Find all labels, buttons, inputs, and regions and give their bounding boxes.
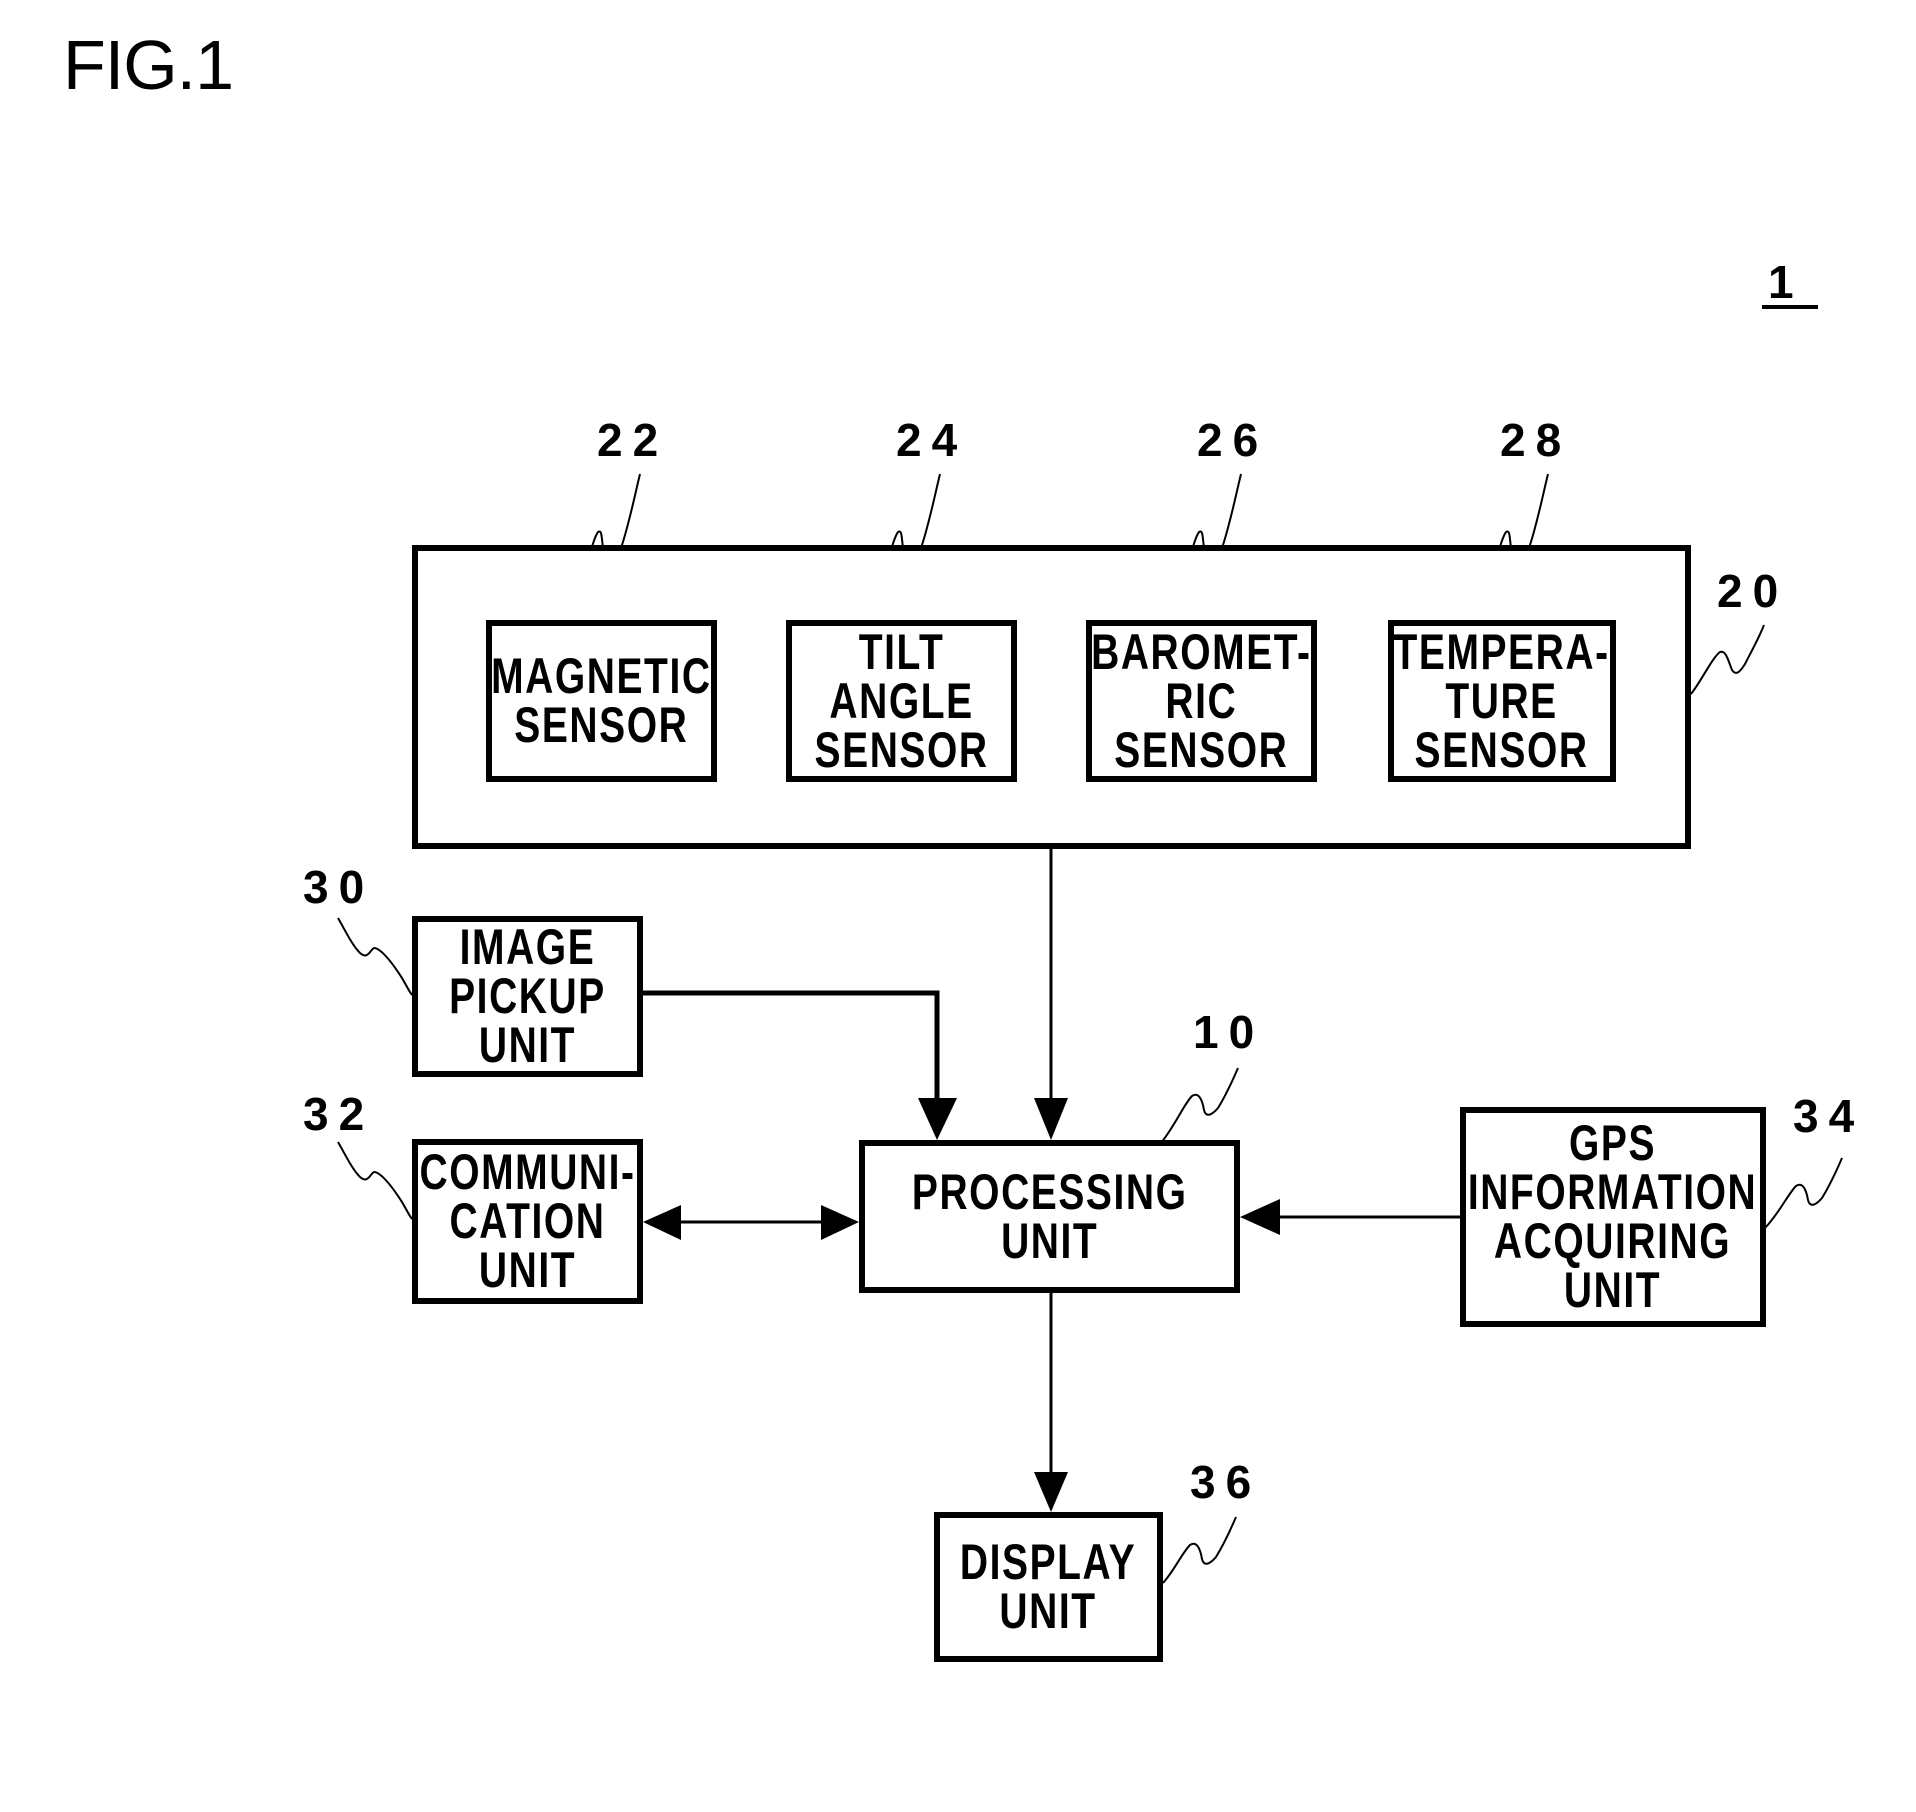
reference-number-28: 28: [1500, 414, 1572, 466]
sensor-to-processing-arrowhead: [1034, 1098, 1068, 1140]
gps-to-processing-arrowhead: [1240, 1199, 1280, 1235]
label-line: TURE: [1445, 672, 1559, 729]
label-line: IMAGE: [459, 919, 596, 975]
label-line: SENSOR: [514, 697, 689, 753]
processing-unit-label: PROCESSING UNIT: [911, 1163, 1188, 1269]
display-unit-label: DISPLAY UNIT: [960, 1534, 1137, 1639]
label-line: PROCESSING: [911, 1163, 1188, 1220]
reference-number-34: 34: [1793, 1090, 1865, 1142]
image-pickup-to-processing-line: [643, 990, 940, 1100]
label-line: MAGNETIC: [491, 648, 712, 704]
reference-number-36: 36: [1190, 1456, 1262, 1508]
label-line: UNIT: [478, 1242, 577, 1298]
communication-unit-box: COMMUNI- CATION UNIT: [412, 1139, 643, 1304]
label-line: CATION: [449, 1193, 606, 1249]
label-line: RIC: [1165, 672, 1238, 729]
label-line: UNIT: [999, 1583, 1098, 1639]
image-pickup-unit-box: IMAGE PICKUP UNIT: [412, 916, 643, 1077]
display-unit-box: DISPLAY UNIT: [934, 1512, 1163, 1662]
gps-information-acquiring-unit-box: GPS INFORMATION ACQUIRING UNIT: [1460, 1107, 1766, 1327]
leader-line-32: [337, 1141, 413, 1220]
tilt-angle-sensor-label: TILT ANGLE SENSOR: [814, 623, 989, 778]
reference-number-22: 22: [597, 414, 669, 466]
reference-number-24: 24: [896, 414, 968, 466]
label-line: SENSOR: [1114, 721, 1289, 778]
label-line: SENSOR: [1414, 721, 1590, 778]
leader-line-36: [1162, 1516, 1237, 1584]
gps-information-acquiring-unit-label: GPS INFORMATION ACQUIRING UNIT: [1468, 1115, 1758, 1318]
label-line: ACQUIRING: [1494, 1213, 1732, 1269]
barometric-sensor-box: BAROMET- RIC SENSOR: [1086, 620, 1317, 782]
processing-side-arrowhead: [821, 1205, 859, 1240]
reference-number-32: 32: [303, 1088, 375, 1140]
image-pickup-to-processing-arrowhead: [918, 1098, 957, 1140]
label-line: COMMUNI-: [419, 1144, 636, 1200]
label-line: GPS: [1569, 1115, 1657, 1171]
reference-number-26: 26: [1197, 414, 1269, 466]
label-line: DISPLAY: [960, 1534, 1137, 1590]
reference-number-10: 10: [1193, 1006, 1265, 1058]
leader-line-30: [337, 917, 413, 996]
temperature-sensor-label: TEMPERA- TURE SENSOR: [1393, 623, 1611, 778]
label-line: SENSOR: [814, 721, 989, 778]
processing-unit-box: PROCESSING UNIT: [859, 1140, 1240, 1293]
label-line: TEMPERA-: [1393, 623, 1611, 680]
label-line: UNIT: [1564, 1262, 1662, 1318]
leader-line-34: [1764, 1157, 1843, 1229]
processing-to-display-arrowhead: [1034, 1472, 1068, 1512]
label-line: TILT: [858, 623, 945, 680]
temperature-sensor-box: TEMPERA- TURE SENSOR: [1388, 620, 1616, 782]
reference-number-20: 20: [1717, 565, 1789, 617]
label-line: UNIT: [1000, 1212, 1099, 1269]
magnetic-sensor-label: MAGNETIC SENSOR: [491, 648, 712, 753]
barometric-sensor-label: BAROMET- RIC SENSOR: [1091, 623, 1312, 778]
communication-unit-label: COMMUNI- CATION UNIT: [419, 1144, 636, 1298]
label-line: UNIT: [478, 1017, 577, 1073]
label-line: PICKUP: [449, 968, 606, 1024]
label-line: ANGLE: [829, 672, 974, 729]
tilt-angle-sensor-box: TILT ANGLE SENSOR: [786, 620, 1017, 782]
magnetic-sensor-box: MAGNETIC SENSOR: [486, 620, 717, 782]
reference-number-30: 30: [303, 861, 375, 913]
leader-line-10: [1160, 1067, 1239, 1144]
leader-line-20: [1690, 624, 1765, 695]
communication-side-arrowhead: [643, 1205, 681, 1240]
label-line: BAROMET-: [1091, 623, 1312, 680]
image-pickup-unit-label: IMAGE PICKUP UNIT: [449, 919, 606, 1073]
label-line: INFORMATION: [1468, 1164, 1758, 1220]
